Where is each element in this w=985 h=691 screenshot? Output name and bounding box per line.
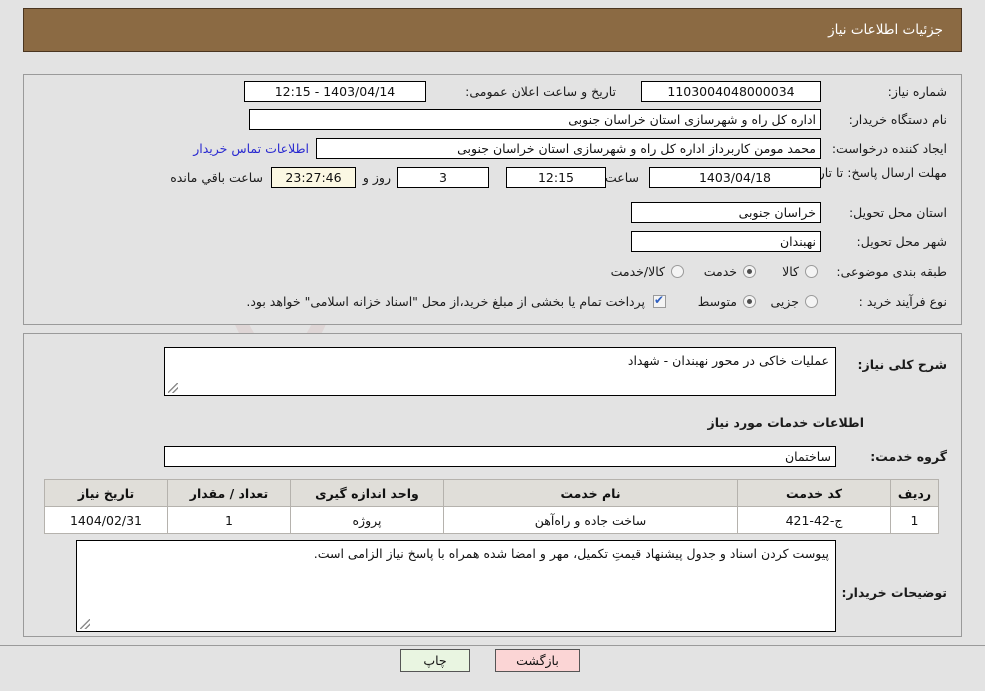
col-unit: واحد اندازه گیری [290, 479, 444, 507]
col-service-name: نام خدمت [443, 479, 738, 507]
radio-category-kala[interactable] [805, 265, 818, 278]
delivery-city-field[interactable]: نهبندان [631, 231, 821, 252]
announce-datetime-label: تاریخ و ساعت اعلان عمومی: [465, 84, 616, 99]
purchase-process-label: نوع فرآیند خرید : [858, 294, 947, 309]
col-need-date: تاریخ نیاز [44, 479, 168, 507]
cell-unit: پروژه [290, 506, 444, 534]
cell-service-name: ساخت جاده و راه‌آهن [443, 506, 738, 534]
treasury-docs-checkbox[interactable] [653, 293, 666, 308]
need-detail-panel: شرح کلی نیاز: عملیات خاکی در محور نهبندا… [23, 333, 962, 637]
radio-category-khedmat-label: خدمت [703, 264, 737, 279]
tender-details-page: جزئیات اطلاعات نیاز AriaTender .net شمار… [0, 0, 985, 691]
countdown-field: 23:27:46 [271, 167, 356, 188]
delivery-province-label: استان محل تحویل: [848, 205, 947, 220]
radio-process-jozii-label: جزیی [770, 294, 799, 309]
col-quantity: تعداد / مقدار [167, 479, 291, 507]
deadline-label: مهلت ارسال پاسخ: تا تاریخ: [802, 165, 947, 180]
buyer-contact-link[interactable]: اطلاعات تماس خریدار [193, 141, 309, 156]
deadline-date-field[interactable]: 1403/04/18 [649, 167, 821, 188]
cell-radif: 1 [890, 506, 939, 534]
announce-datetime-field[interactable]: 1403/04/14 - 12:15 [244, 81, 426, 102]
cell-service-code: ج-42-421 [737, 506, 891, 534]
service-group-field[interactable]: ساختمان [164, 446, 836, 467]
request-creator-label: ایجاد کننده درخواست: [831, 141, 947, 156]
days-remaining-field[interactable]: 3 [397, 167, 489, 188]
col-service-code: کد خدمت [737, 479, 891, 507]
radio-category-khedmat[interactable] [743, 265, 756, 278]
treasury-docs-text: پرداخت تمام یا بخشی از مبلغ خرید،از محل … [246, 294, 645, 309]
col-radif: ردیف [890, 479, 939, 507]
page-header: جزئیات اطلاعات نیاز [23, 8, 962, 52]
radio-category-kala-khedmat-label: کالا/خدمت [610, 264, 665, 279]
radio-process-motevaset[interactable] [743, 295, 756, 308]
footer-divider [0, 645, 985, 646]
back-button[interactable]: بازگشت [495, 649, 580, 672]
deadline-time-field[interactable]: 12:15 [506, 167, 606, 188]
deadline-hour-label: ساعت [604, 170, 639, 185]
table-header-row: ردیف کد خدمت نام خدمت واحد اندازه گیری ت… [44, 479, 939, 507]
general-description-textarea[interactable]: عملیات خاکی در محور نهبندان - شهداد [164, 347, 836, 396]
buyer-notes-textarea[interactable]: پیوست کردن اسناد و جدول پیشنهاد قیمتِ تک… [76, 540, 836, 632]
delivery-city-label: شهر محل تحویل: [856, 234, 947, 249]
cell-quantity: 1 [167, 506, 291, 534]
radio-process-motevaset-label: متوسط [697, 294, 737, 309]
radio-category-kala-label: کالا [782, 264, 799, 279]
services-section-title: اطلاعات خدمات مورد نیاز [707, 415, 865, 430]
buyer-org-label: نام دستگاه خریدار: [848, 112, 947, 127]
delivery-province-field[interactable]: خراسان جنوبی [631, 202, 821, 223]
general-description-label: شرح کلی نیاز: [857, 357, 947, 372]
cell-need-date: 1404/02/31 [44, 506, 168, 534]
need-info-panel: شماره نیاز: 1103004048000034 تاریخ و ساع… [23, 74, 962, 325]
countdown-suffix-label: ساعت باقي مانده [170, 170, 263, 185]
table-row[interactable]: 1 ج-42-421 ساخت جاده و راه‌آهن پروژه 1 1… [44, 506, 939, 534]
page-title: جزئیات اطلاعات نیاز [828, 22, 943, 38]
services-table: ردیف کد خدمت نام خدمت واحد اندازه گیری ت… [44, 479, 939, 534]
need-number-label: شماره نیاز: [887, 84, 947, 99]
service-group-label: گروه خدمت: [870, 449, 947, 464]
print-button[interactable]: چاپ [400, 649, 470, 672]
radio-process-jozii[interactable] [805, 295, 818, 308]
radio-category-kala-khedmat[interactable] [671, 265, 684, 278]
days-word-label: روز و [362, 170, 391, 185]
buyer-notes-label: توضیحات خریدار: [841, 585, 947, 600]
request-creator-field[interactable]: محمد مومن کاربرداز اداره کل راه و شهرساز… [316, 138, 821, 159]
subject-category-label: طبقه بندی موضوعی: [836, 264, 947, 279]
buyer-org-field[interactable]: اداره کل راه و شهرسازی استان خراسان جنوب… [249, 109, 821, 130]
need-number-field[interactable]: 1103004048000034 [641, 81, 821, 102]
